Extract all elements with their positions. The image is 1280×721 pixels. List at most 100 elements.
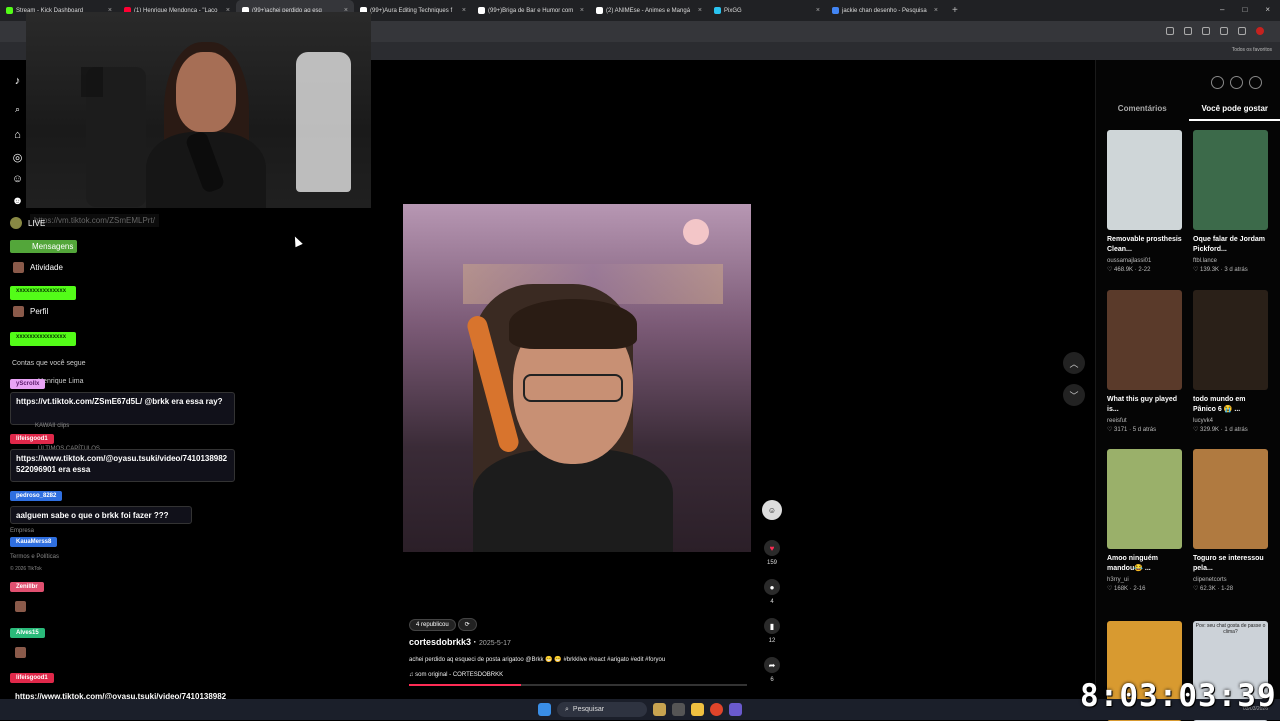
home-icon[interactable]: ⌂ [11, 128, 24, 141]
recommended-video-card[interactable]: Amoo ninguém mandou😂 ... h3rry_ui ♡ 168K ·… [1107, 449, 1182, 592]
tab-close-icon[interactable]: × [698, 7, 702, 14]
browser-tab[interactable]: jackie chan desenho - Pesquisa× [826, 0, 944, 21]
next-video-button[interactable]: ﹀ [1063, 384, 1085, 406]
browser-tab[interactable]: (99+)Briga de Bar e Humor com× [472, 0, 590, 21]
widget-icon[interactable] [653, 703, 666, 716]
video-thumbnail[interactable] [1107, 449, 1182, 549]
recommended-video-card[interactable]: What this guy played is...reeisfut♡ 3171… [1107, 290, 1182, 433]
card-stats: ♡ 168K · 2-16 [1107, 585, 1182, 592]
tab-close-icon[interactable]: × [816, 7, 820, 14]
settings-icon[interactable] [1211, 76, 1224, 89]
chrome-icon[interactable] [710, 703, 723, 716]
browser-tab[interactable]: PixGG× [708, 0, 826, 21]
repost-badge[interactable]: 4 republicou [409, 619, 456, 631]
extensions-icon[interactable] [1220, 27, 1228, 35]
video-thumbnail[interactable] [1193, 290, 1268, 390]
share-button[interactable]: ➦6 [762, 657, 782, 683]
nav-activity[interactable]: Atividade [13, 262, 63, 273]
user-avatar[interactable] [1249, 76, 1262, 89]
nav-profile[interactable]: Perfil [13, 306, 48, 317]
search-icon[interactable]: ⌕ [11, 103, 24, 116]
tab-close-icon[interactable]: × [580, 7, 584, 14]
tab-comments[interactable]: Comentários [1096, 104, 1189, 121]
tab-close-icon[interactable]: × [934, 7, 938, 14]
repost-icon[interactable]: ⟳ [458, 618, 477, 631]
nav-live-label: LIVE [28, 219, 45, 228]
nav-live[interactable]: LIVE [10, 217, 45, 229]
chat-username: lifeisgood1 [10, 434, 54, 444]
friends-icon[interactable]: ☻ [11, 194, 24, 207]
close-icon[interactable]: × [1265, 5, 1270, 14]
video-thumbnail[interactable] [1193, 449, 1268, 549]
card-title[interactable]: Oque falar de Jordam Pickford... [1193, 235, 1268, 255]
card-title[interactable]: What this guy played is... [1107, 395, 1182, 415]
start-icon[interactable] [538, 703, 551, 716]
ghost-nav-item: Termos e Políticas [10, 554, 59, 560]
video-thumbnail[interactable] [1193, 130, 1268, 230]
share-icon: ➦ [764, 657, 780, 673]
card-author[interactable]: oussamajlassi01 [1107, 258, 1182, 264]
card-title[interactable]: todo mundo em Pânico 6 😭 ... [1193, 395, 1268, 415]
tiktok-logo-icon[interactable]: ♪ [11, 74, 24, 87]
card-author[interactable]: clipenetcorts [1193, 577, 1268, 583]
card-title[interactable]: Amoo ninguém mandou😂 ... [1107, 554, 1182, 574]
card-title[interactable]: Removable prosthesis Clean... [1107, 235, 1182, 255]
new-tab-button[interactable]: + [944, 5, 966, 16]
video-thumbnail[interactable] [1107, 290, 1182, 390]
minimize-icon[interactable]: – [1220, 5, 1224, 14]
browser-tab[interactable]: (2) ANIMEse - Animes e Mangá× [590, 0, 708, 21]
video-player[interactable] [403, 204, 751, 552]
recommended-video-card[interactable]: Toguro se interessou pela... clipenetcort… [1193, 449, 1268, 592]
post-date: 2025-5-17 [479, 640, 511, 647]
recommended-video-card[interactable]: Removable prosthesis Clean... oussamajlas… [1107, 130, 1182, 273]
cast-icon[interactable] [1184, 27, 1192, 35]
browser-tab[interactable]: (99+)Aura Editing Techniques f× [354, 0, 472, 21]
sound-label[interactable]: som original - CORTESDOBRKK [415, 672, 503, 678]
nav-messages[interactable]: Mensagens [10, 240, 77, 253]
tab-close-icon[interactable]: × [462, 7, 466, 14]
chat-badge-green-2: xxxxxxxxxxxxxxx [10, 332, 76, 346]
save-button[interactable]: ▮12 [762, 618, 782, 644]
previous-video-button[interactable]: ︿ [1063, 352, 1085, 374]
phone-icon[interactable] [1230, 76, 1243, 89]
search-placeholder: Pesquisar [573, 706, 604, 713]
recommended-video-card[interactable]: Oque falar de Jordam Pickford... ftbl.lan… [1193, 130, 1268, 273]
video-caption: 4 republicou ⟳ cortesdobrkk3 · 2025-5-17… [409, 618, 754, 678]
sidebar-icon[interactable] [1238, 27, 1246, 35]
tab-you-may-like[interactable]: Você pode gostar [1189, 104, 1280, 121]
comment-button[interactable]: ●4 [762, 579, 782, 605]
video-progress-bar[interactable] [409, 684, 747, 686]
following-icon[interactable]: ☺ [11, 172, 24, 185]
taskview-icon[interactable] [672, 703, 685, 716]
stream-timer-overlay: 8:03:03:39 [1080, 678, 1277, 714]
video-author[interactable]: cortesdobrkk3 · 2025-5-17 [409, 637, 754, 647]
maximize-icon[interactable]: □ [1242, 5, 1247, 14]
translate-icon[interactable] [1166, 27, 1174, 35]
card-likes: 62.3K [1200, 586, 1216, 592]
save-count: 12 [762, 638, 782, 644]
card-author[interactable]: ftbl.lance [1193, 258, 1268, 264]
mouse-cursor [291, 235, 302, 247]
video-thumbnail[interactable] [1107, 130, 1182, 230]
star-icon[interactable] [1202, 27, 1210, 35]
profile-avatar[interactable] [1256, 27, 1264, 35]
all-bookmarks-link[interactable]: Todos os favoritos [1232, 47, 1272, 53]
ghost-nav-item: KAWAII clips [35, 423, 69, 429]
explore-icon[interactable]: ◎ [11, 151, 24, 164]
file-explorer-icon[interactable] [691, 703, 704, 716]
card-author[interactable]: reeisfut [1107, 418, 1182, 424]
video-sound[interactable]: ♫ som original - CORTESDOBRKK [409, 672, 754, 678]
video-person-hair [509, 299, 637, 349]
like-button[interactable]: ♥159 [762, 540, 782, 566]
recommended-video-card[interactable]: todo mundo em Pânico 6 😭 ...lucyvk4♡ 329… [1193, 290, 1268, 433]
card-author[interactable]: h3rry_ui [1107, 577, 1182, 583]
author-avatar-button[interactable]: ☺ [762, 500, 782, 520]
chat-username: pedroso_8282 [10, 491, 62, 501]
card-author[interactable]: lucyvk4 [1193, 418, 1268, 424]
card-stats: ♡ 468.9K · 2-22 [1107, 266, 1182, 273]
tab-favicon-icon [832, 7, 839, 14]
author-name[interactable]: cortesdobrkk3 [409, 637, 471, 647]
taskbar-search[interactable]: ⌕ Pesquisar [557, 702, 647, 717]
discord-icon[interactable] [729, 703, 742, 716]
card-title[interactable]: Toguro se interessou pela... [1193, 554, 1268, 574]
